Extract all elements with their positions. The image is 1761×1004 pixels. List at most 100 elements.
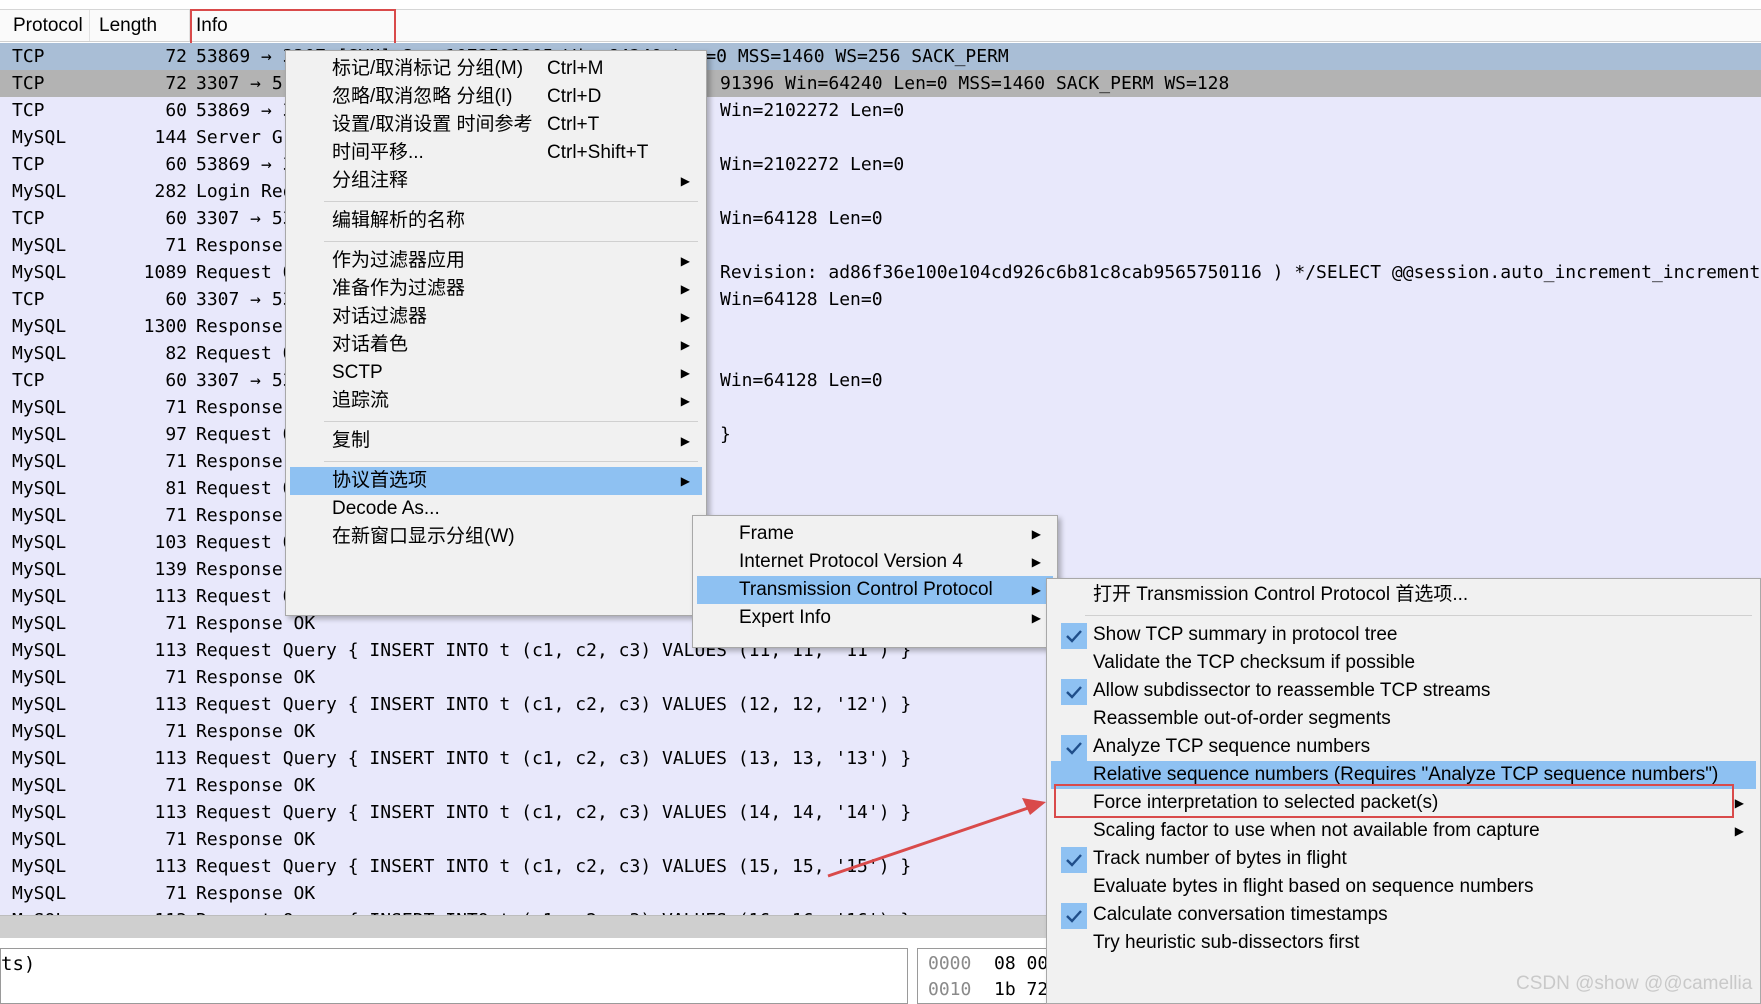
packet-row[interactable]: TCP 60 53869 → 3 Win=2102272 Len=0 [0, 97, 1761, 124]
packet-list-horizontal-scrollbar[interactable] [0, 915, 1055, 938]
tcp-menu-item[interactable]: Evaluate bytes in flight based on sequen… [1051, 873, 1756, 901]
packet-length: 72 [165, 46, 187, 67]
context-menu-item[interactable]: 协议首选项 ▶ [290, 467, 702, 495]
context-menu-item[interactable]: 设置/取消设置 时间参考 Ctrl+T [290, 111, 702, 139]
packet-row[interactable]: MySQL 81 Request Q [0, 475, 1761, 502]
packet-row[interactable]: MySQL 82 Request Q [0, 340, 1761, 367]
menu-item-label: 作为过滤器应用 [332, 250, 466, 271]
tcp-menu-item[interactable]: Validate the TCP checksum if possible [1051, 649, 1756, 677]
packet-info: 3307 → 53 [196, 370, 294, 391]
menu-item-label: Show TCP summary in protocol tree [1093, 624, 1398, 645]
context-menu-item[interactable]: 编辑解析的名称 [290, 207, 702, 235]
packet-row[interactable]: TCP 60 3307 → 53 Win=64128 Len=0 [0, 286, 1761, 313]
packet-info-tail: Win=64128 Len=0 [720, 208, 883, 229]
packet-protocol: MySQL [12, 127, 67, 148]
menu-item-label: 忽略/取消忽略 分组(I) [332, 86, 513, 107]
bytes-hex: 08 00 [994, 953, 1049, 974]
packet-protocol: MySQL [12, 424, 67, 445]
submenu-arrow-icon: ▶ [680, 394, 690, 408]
tcp-menu-item[interactable]: Force interpretation to selected packet(… [1051, 789, 1756, 817]
packet-row[interactable]: TCP 60 3307 → 53 Win=64128 Len=0 [0, 367, 1761, 394]
menu-item-label: SCTP [332, 362, 383, 383]
submenu-arrow-icon: ▶ [1031, 611, 1041, 625]
packet-row[interactable]: TCP7253869 → 3307 [SYN] Seq=1072591395 W… [0, 43, 1761, 70]
packet-row[interactable]: MySQL 71 Response [0, 448, 1761, 475]
context-menu-item[interactable]: 复制 ▶ [290, 427, 702, 455]
tcp-menu-item[interactable]: Relative sequence numbers (Requires "Ana… [1051, 761, 1756, 789]
packet-row[interactable]: TCP 72 3307 → 5 91396 Win=64240 Len=0 MSS=1… [0, 70, 1761, 97]
packet-protocol: MySQL [12, 748, 67, 769]
context-menu-item[interactable]: 准备作为过滤器 ▶ [290, 275, 702, 303]
packet-length: 81 [165, 478, 187, 499]
packet-protocol: MySQL [12, 262, 67, 283]
submenu-arrow-icon: ▶ [680, 338, 690, 352]
column-header-length[interactable]: Length [86, 10, 190, 41]
context-menu-item[interactable]: 分组注释 ▶ [290, 167, 702, 195]
packet-info: Request Q [196, 262, 294, 283]
packet-info: Response [196, 316, 283, 337]
packet-length: 60 [165, 208, 187, 229]
packet-row[interactable]: TCP 60 53869 → 3 Win=2102272 Len=0 [0, 151, 1761, 178]
tcp-menu-item[interactable]: Track number of bytes in flight [1051, 845, 1756, 873]
tcp-menu-item[interactable]: Analyze TCP sequence numbers [1051, 733, 1756, 761]
packet-length: 60 [165, 100, 187, 121]
packet-details-pane[interactable]: ts) [0, 948, 908, 1004]
protocol-menu-item[interactable]: Transmission Control Protocol ▶ [697, 576, 1053, 604]
checkmark-icon [1061, 623, 1087, 649]
tcp-menu-item[interactable]: Try heuristic sub-dissectors first [1051, 929, 1756, 957]
context-menu-item[interactable]: 追踪流 ▶ [290, 387, 702, 415]
packet-row[interactable]: MySQL 1300 Response [0, 313, 1761, 340]
menu-item-label: Frame [739, 523, 794, 544]
menu-item-label: Try heuristic sub-dissectors first [1093, 932, 1360, 953]
packet-length: 71 [165, 667, 187, 688]
packet-row[interactable]: MySQL 71 Response [0, 394, 1761, 421]
packet-row[interactable]: MySQL 144 Server Gr [0, 124, 1761, 151]
context-menu-item[interactable]: 标记/取消标记 分组(M) Ctrl+M [290, 55, 702, 83]
column-header-protocol[interactable]: Protocol [0, 10, 90, 41]
context-menu-item[interactable]: 作为过滤器应用 ▶ [290, 247, 702, 275]
packet-length: 139 [154, 559, 187, 580]
tcp-menu-item[interactable]: Scaling factor to use when not available… [1051, 817, 1756, 845]
packet-info: Request Q [196, 343, 294, 364]
tcp-menu-item[interactable]: 打开 Transmission Control Protocol 首选项... [1051, 581, 1756, 609]
tcp-menu-item[interactable]: Reassemble out-of-order segments [1051, 705, 1756, 733]
context-menu-item[interactable]: 时间平移... Ctrl+Shift+T [290, 139, 702, 167]
packet-length: 113 [78, 907, 187, 915]
submenu-arrow-icon: ▶ [680, 366, 690, 380]
packet-bytes-pane[interactable]: 000008 0000101b 720020ec 1b [917, 948, 1055, 1004]
packet-row[interactable]: MySQL 1089 Request Q Revision: ad86f36e100e… [0, 259, 1761, 286]
packet-length: 97 [165, 424, 187, 445]
context-menu-item[interactable]: Decode As... [290, 495, 702, 523]
tcp-menu-item[interactable]: Allow subdissector to reassemble TCP str… [1051, 677, 1756, 705]
packet-info-tail: } [720, 424, 731, 445]
tcp-menu-item[interactable]: Calculate conversation timestamps [1051, 901, 1756, 929]
packet-info: Response OK [196, 775, 316, 796]
packet-length: 60 [165, 154, 187, 175]
packet-row[interactable]: MySQL 97 Request Q} [0, 421, 1761, 448]
packet-protocol: MySQL [12, 907, 66, 915]
context-menu-item[interactable]: 对话着色 ▶ [290, 331, 702, 359]
menu-item-label: Calculate conversation timestamps [1093, 904, 1388, 925]
column-header-info[interactable]: Info [183, 10, 383, 41]
protocol-menu-item[interactable]: Frame ▶ [697, 520, 1053, 548]
context-menu-item[interactable]: 忽略/取消忽略 分组(I) Ctrl+D [290, 83, 702, 111]
context-menu-item[interactable]: SCTP ▶ [290, 359, 702, 387]
packet-row[interactable]: MySQL 282 Login Req [0, 178, 1761, 205]
packet-info: Request Query { INSERT INTO t (c1, c2, c… [196, 856, 912, 877]
menu-separator [324, 241, 698, 242]
protocol-menu-item[interactable]: Expert Info ▶ [697, 604, 1053, 632]
packet-length: 71 [165, 775, 187, 796]
packet-row[interactable]: MySQL 71 Response [0, 232, 1761, 259]
packet-length: 113 [154, 694, 187, 715]
packet-info: 53869 → 3 [196, 100, 294, 121]
submenu-arrow-icon: ▶ [1734, 796, 1744, 810]
packet-protocol: MySQL [12, 478, 67, 499]
packet-protocol: MySQL [12, 181, 67, 202]
protocol-menu-item[interactable]: Internet Protocol Version 4 ▶ [697, 548, 1053, 576]
packet-info: 3307 → 5 [196, 73, 283, 94]
context-menu-item[interactable]: 对话过滤器 ▶ [290, 303, 702, 331]
packet-row[interactable]: TCP 60 3307 → 53 Win=64128 Len=0 [0, 205, 1761, 232]
packet-length: 60 [165, 289, 187, 310]
tcp-menu-item[interactable]: Show TCP summary in protocol tree [1051, 621, 1756, 649]
context-menu-item[interactable]: 在新窗口显示分组(W) [290, 523, 702, 551]
